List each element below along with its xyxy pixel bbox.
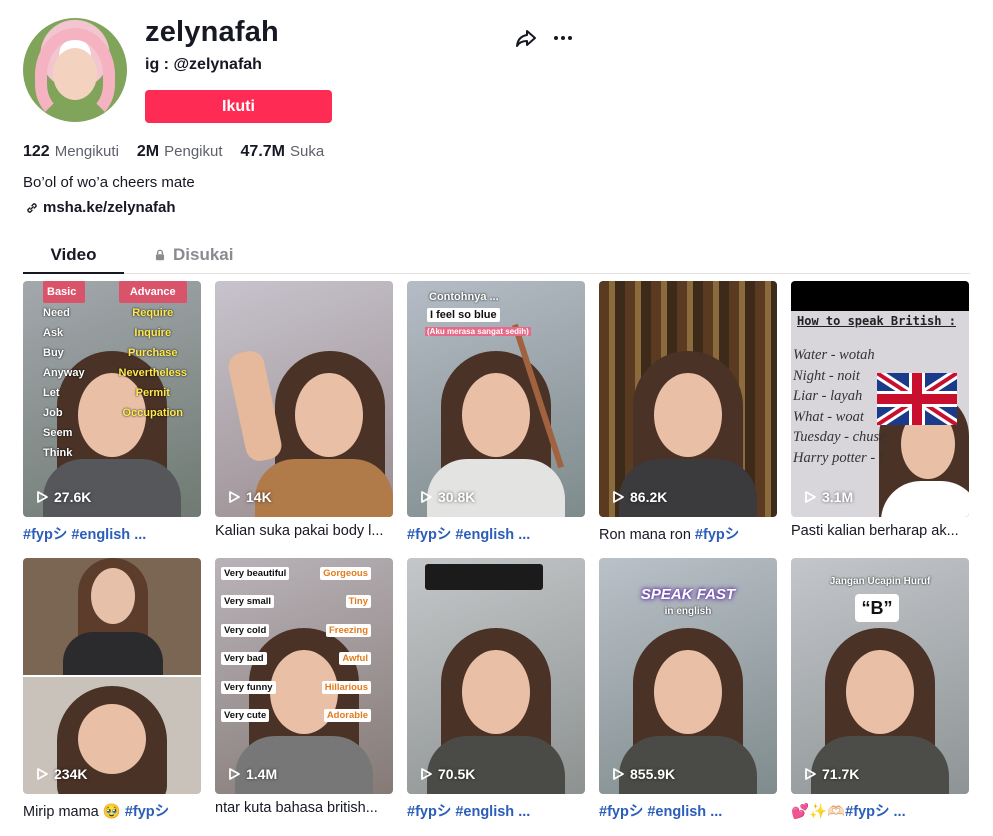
profile-avatar[interactable] (23, 18, 127, 122)
view-count: 86.2K (613, 489, 667, 505)
stat-likes: 47.7M Suka (241, 143, 325, 161)
play-icon (421, 768, 432, 780)
lock-icon (155, 249, 165, 260)
overlay-title: Jangan Ucapin Huruf (829, 576, 931, 587)
play-icon (421, 491, 432, 503)
profile-stats: 122 Mengikuti 2M Pengikut 47.7M Suka (23, 143, 324, 161)
profile-subname: ig : @zelynafah (145, 56, 262, 73)
profile-username: zelynafah (145, 16, 279, 48)
view-count: 27.6K (37, 489, 91, 505)
video-caption[interactable]: Pasti kalian berharap ak... (791, 523, 969, 539)
video-thumbnail[interactable]: 14K (215, 281, 393, 517)
play-icon (805, 491, 816, 503)
view-count: 3.1M (805, 489, 853, 505)
video-caption[interactable]: ntar kuta bahasa british... (215, 800, 393, 816)
overlay-word-list: Water - wotah Night - noit Liar - layah … (793, 347, 886, 466)
tab-liked[interactable]: Disukai (153, 236, 233, 273)
stat-following-count: 122 (23, 143, 50, 160)
stat-followers[interactable]: 2M Pengikut (137, 143, 223, 161)
video-card[interactable]: Very beautiful Very small Very cold Very… (215, 558, 393, 821)
overlay-pill: I feel so blue (427, 308, 500, 322)
overlay-word-list-right: Advance Require Inquire Purchase Neverth… (118, 281, 187, 423)
stat-likes-label: Suka (289, 143, 325, 160)
video-caption[interactable]: Kalian suka pakai body l... (215, 523, 393, 539)
overlay-subtitle: in english (664, 606, 712, 617)
profile-link-text: msha.ke/zelynafah (43, 199, 176, 216)
video-card[interactable]: 70.5K #fypシ #english ... (407, 558, 585, 821)
play-icon (37, 491, 48, 503)
view-count: 1.4M (229, 766, 277, 782)
video-card[interactable]: How to speak British : Water - wotah Nig… (791, 281, 969, 544)
overlay-subtext: (Aku merasa sangat sedih) (425, 327, 531, 336)
play-icon (37, 768, 48, 780)
avatar-face (53, 48, 97, 100)
play-icon (229, 491, 240, 503)
play-icon (805, 768, 816, 780)
view-count: 855.9K (613, 766, 675, 782)
tab-video[interactable]: Video (23, 236, 124, 274)
video-card[interactable]: 86.2K Ron mana ron #fypシ (599, 281, 777, 544)
view-count: 70.5K (421, 766, 475, 782)
video-caption[interactable]: #fypシ #english ... (407, 523, 585, 544)
follow-button[interactable]: Ikuti (145, 90, 332, 123)
stat-likes-count: 47.7M (240, 143, 285, 160)
profile-bio: Bo’ol of wo’a cheers mate (23, 174, 195, 191)
stat-followers-count: 2M (136, 143, 160, 160)
video-caption[interactable]: #fypシ #english ... (407, 800, 585, 821)
video-caption[interactable]: #fypシ #english ... (23, 523, 201, 544)
video-caption[interactable]: Ron mana ron #fypシ (599, 523, 777, 544)
overlay-letter: “B” (855, 594, 899, 622)
overlay-word-list-right: Gorgeous Tiny Freezing Awful Hillarious … (320, 560, 371, 730)
uk-flag-icon (877, 373, 957, 425)
video-grid: Basic Need Ask Buy Anyway Let Job Seem T… (23, 281, 970, 821)
video-thumbnail[interactable]: 234K (23, 558, 201, 794)
video-card[interactable]: 14K Kalian suka pakai body l... (215, 281, 393, 544)
view-count: 71.7K (805, 766, 859, 782)
view-count: 234K (37, 766, 87, 782)
play-icon (613, 768, 624, 780)
video-card[interactable]: Contohnya ... I feel so blue (Aku merasa… (407, 281, 585, 544)
overlay-title: How to speak British : (797, 314, 956, 328)
video-thumbnail[interactable]: Very beautiful Very small Very cold Very… (215, 558, 393, 794)
video-thumbnail[interactable]: Jangan Ucapin Huruf “B” 71.7K (791, 558, 969, 794)
overlay-title: SPEAK FAST (640, 586, 736, 603)
share-icon[interactable] (514, 26, 538, 50)
stat-following[interactable]: 122 Mengikuti (23, 143, 119, 161)
video-thumbnail[interactable]: Contohnya ... I feel so blue (Aku merasa… (407, 281, 585, 517)
video-caption[interactable]: #fypシ #english ... (599, 800, 777, 821)
tab-liked-label: Disukai (173, 244, 234, 264)
profile-tabs: Video Disukai (23, 236, 970, 274)
video-thumbnail[interactable]: SPEAK FAST in english 855.9K (599, 558, 777, 794)
view-count: 30.8K (421, 489, 475, 505)
overlay-word-list-left: Very beautiful Very small Very cold Very… (221, 560, 290, 730)
profile-link[interactable]: msha.ke/zelynafah (25, 199, 176, 216)
video-thumbnail[interactable]: How to speak British : Water - wotah Nig… (791, 281, 969, 517)
video-thumbnail[interactable]: Basic Need Ask Buy Anyway Let Job Seem T… (23, 281, 201, 517)
video-card[interactable]: SPEAK FAST in english 855.9K #fypシ #engl… (599, 558, 777, 821)
video-caption[interactable]: Mirip mama 🥹 #fypシ (23, 800, 201, 821)
overlay-word-list-left: Basic Need Ask Buy Anyway Let Job Seem T… (43, 281, 85, 463)
video-card[interactable]: Jangan Ucapin Huruf “B” 71.7K 💕✨🫶🏻#fypシ … (791, 558, 969, 821)
play-icon (613, 491, 624, 503)
play-icon (229, 768, 240, 780)
video-thumbnail[interactable]: 70.5K (407, 558, 585, 794)
video-card[interactable]: Basic Need Ask Buy Anyway Let Job Seem T… (23, 281, 201, 544)
video-caption[interactable]: 💕✨🫶🏻#fypシ ... (791, 800, 969, 821)
link-icon (27, 202, 37, 213)
view-count: 14K (229, 489, 272, 505)
stat-followers-label: Pengikut (164, 143, 223, 160)
stat-following-label: Mengikuti (54, 143, 119, 160)
more-options-icon[interactable] (551, 26, 575, 50)
video-card[interactable]: 234K Mirip mama 🥹 #fypシ (23, 558, 201, 821)
video-thumbnail[interactable]: 86.2K (599, 281, 777, 517)
overlay-text-top: Contohnya ... (429, 291, 499, 303)
